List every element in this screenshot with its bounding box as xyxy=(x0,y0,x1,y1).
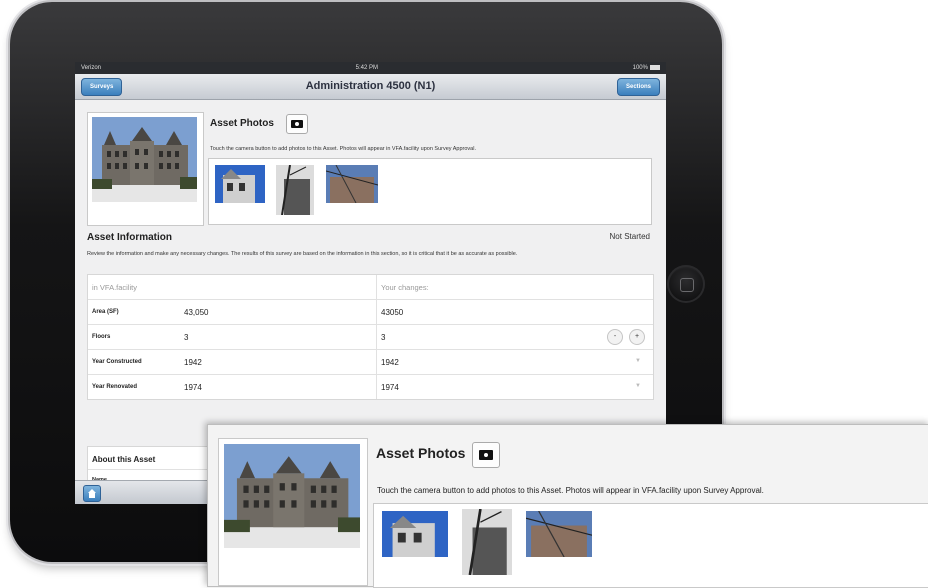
year-renovated-select[interactable]: 1974 ▼ xyxy=(377,375,653,399)
increment-button[interactable]: + xyxy=(629,329,645,345)
table-header: in VFA.facility Your changes: xyxy=(88,275,653,300)
ipad-home-button[interactable] xyxy=(667,265,705,303)
photo-thumbnails-panel xyxy=(208,158,652,225)
building-photo xyxy=(92,117,197,202)
floors-input[interactable]: 3 xyxy=(381,333,385,342)
zoomed-asset-photos-title: Asset Photos xyxy=(376,445,466,461)
status-label: Not Started xyxy=(609,232,650,241)
time-label: 5:42 PM xyxy=(355,65,378,71)
photo-thumbnail[interactable] xyxy=(215,165,265,203)
asset-main-photo[interactable] xyxy=(87,112,204,226)
photo-thumbnail[interactable] xyxy=(276,165,314,215)
photo-thumbnail[interactable] xyxy=(326,165,378,203)
floors-field: 3 - + xyxy=(377,325,653,349)
asset-information-title: Asset Information xyxy=(87,232,173,243)
camera-lens xyxy=(295,122,299,126)
carrier-label: Verizon xyxy=(81,65,102,71)
zoomed-asset-main-photo[interactable] xyxy=(218,438,368,586)
camera-button[interactable] xyxy=(286,114,308,134)
current-value: 1942 xyxy=(180,350,377,374)
camera-lens xyxy=(484,453,488,457)
table-row-year-constructed: Year Constructed 1942 1942 ▼ xyxy=(88,350,653,375)
home-button[interactable] xyxy=(83,485,101,502)
chevron-down-icon: ▼ xyxy=(635,383,641,389)
header-changes: Your changes: xyxy=(381,282,429,292)
battery-indicator: 100% xyxy=(632,64,660,72)
photo-thumbnail[interactable] xyxy=(382,511,448,557)
header-current: in VFA.facility xyxy=(88,275,377,299)
select-value: 1942 xyxy=(381,357,399,367)
status-bar: Verizon 5:42 PM 100% xyxy=(75,62,666,74)
current-value: 43,050 xyxy=(180,300,377,324)
asset-photos-help: Touch the camera button to add photos to… xyxy=(210,146,476,152)
current-value: 1974 xyxy=(180,375,377,399)
year-constructed-select[interactable]: 1942 ▼ xyxy=(377,350,653,374)
row-label: Year Constructed xyxy=(92,359,142,365)
table-row-floors: Floors 3 3 - + xyxy=(88,325,653,350)
asset-photos-title: Asset Photos xyxy=(210,118,274,129)
zoomed-asset-photos-panel: Asset Photos Touch the camera button to … xyxy=(207,424,928,588)
page-title: Administration 4500 (N1) xyxy=(305,80,436,92)
asset-information-description: Review the information and make any nece… xyxy=(87,251,518,257)
chevron-down-icon: ▼ xyxy=(635,358,641,364)
table-row-year-renovated: Year Renovated 1974 1974 ▼ xyxy=(88,375,653,399)
about-asset-title: About this Asset xyxy=(92,455,156,464)
asset-info-table: in VFA.facility Your changes: Area (SF) … xyxy=(87,274,654,400)
table-row-area: Area (SF) 43,050 43050 xyxy=(88,300,653,325)
area-input[interactable]: 43050 xyxy=(377,300,653,324)
zoomed-photo-thumbnails-panel xyxy=(373,503,928,588)
row-label: Area (SF) xyxy=(92,309,119,315)
row-label: Year Renovated xyxy=(92,384,138,390)
sections-button[interactable]: Sections xyxy=(616,78,660,96)
decrement-button[interactable]: - xyxy=(607,329,623,345)
home-square-icon xyxy=(680,278,694,292)
zoomed-asset-photos-help: Touch the camera button to add photos to… xyxy=(377,486,764,495)
select-value: 1974 xyxy=(381,382,399,392)
battery-label: 100% xyxy=(632,65,648,72)
building-photo xyxy=(224,444,360,548)
navigation-bar: Surveys Administration 4500 (N1) Section… xyxy=(75,74,666,100)
home-icon-body xyxy=(89,493,95,498)
zoomed-camera-button[interactable] xyxy=(472,442,500,468)
photo-thumbnail[interactable] xyxy=(526,511,592,557)
current-value: 3 xyxy=(180,325,377,349)
row-label: Floors xyxy=(92,334,111,340)
photo-thumbnail[interactable] xyxy=(462,509,512,575)
floors-stepper: - + xyxy=(607,329,645,345)
battery-icon xyxy=(649,64,660,70)
